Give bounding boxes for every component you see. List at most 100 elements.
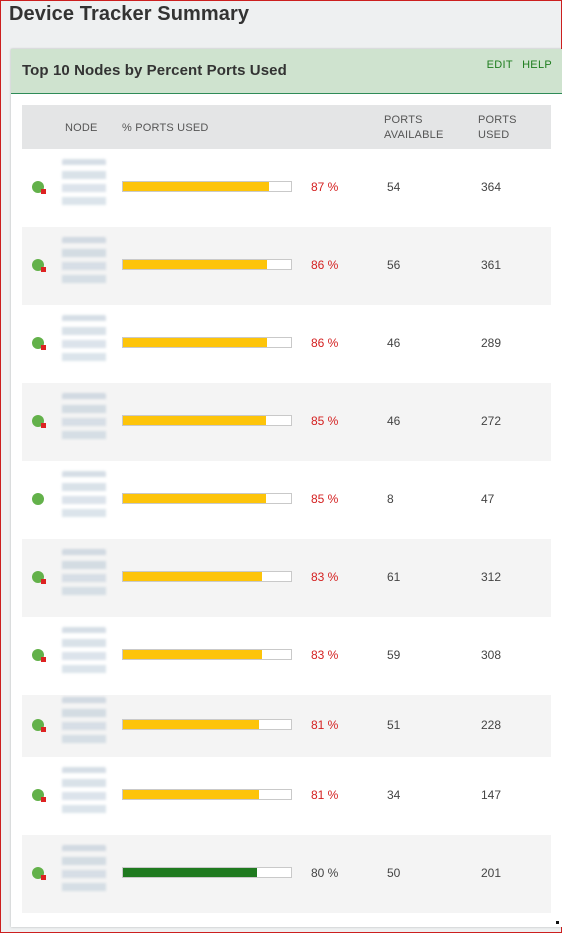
alert-flag-icon <box>41 797 46 802</box>
percent-value: 85 % <box>311 492 339 506</box>
ports-available-value: 46 <box>387 414 401 428</box>
node-name-redacted[interactable] <box>62 471 106 527</box>
status-warning-icon <box>32 571 46 584</box>
status-warning-icon <box>32 415 46 428</box>
table-row[interactable]: 83 % 59 308 <box>22 617 551 695</box>
help-link[interactable]: HELP <box>522 59 552 71</box>
ports-used-value: 47 <box>481 492 495 506</box>
percent-value: 81 % <box>311 788 339 802</box>
alert-flag-icon <box>41 345 46 350</box>
percent-value: 81 % <box>311 718 339 732</box>
table-row[interactable]: 85 % 8 47 <box>22 461 551 539</box>
corner-mark <box>556 921 559 924</box>
ports-used-value: 147 <box>481 788 502 802</box>
ports-used-value: 201 <box>481 866 502 880</box>
status-warning-icon <box>32 719 46 732</box>
alert-flag-icon <box>41 423 46 428</box>
ports-used-value: 312 <box>481 570 502 584</box>
table-row[interactable]: 86 % 46 289 <box>22 305 551 383</box>
ports-available-value: 61 <box>387 570 401 584</box>
ports-available-value: 54 <box>387 180 401 194</box>
ports-used-value: 308 <box>481 648 502 662</box>
ports-used-value: 228 <box>481 718 502 732</box>
node-name-redacted[interactable] <box>62 697 106 753</box>
table-row[interactable]: 81 % 51 228 <box>22 695 551 757</box>
percent-bar-fill <box>123 720 260 729</box>
percent-bar-fill <box>123 260 268 269</box>
edit-link[interactable]: EDIT <box>487 59 513 71</box>
node-name-redacted[interactable] <box>62 159 106 215</box>
status-warning-icon <box>32 259 46 272</box>
alert-flag-icon <box>41 579 46 584</box>
header-percent-ports-used[interactable]: % PORTS USED <box>122 121 209 136</box>
percent-bar-fill <box>123 416 266 425</box>
node-name-redacted[interactable] <box>62 767 106 823</box>
ports-available-value: 34 <box>387 788 401 802</box>
percent-bar-fill <box>123 650 263 659</box>
status-warning-icon <box>32 181 46 194</box>
alert-flag-icon <box>41 267 46 272</box>
node-name-redacted[interactable] <box>62 549 106 605</box>
page-title: Device Tracker Summary <box>9 3 250 25</box>
percent-bar-fill <box>123 868 258 877</box>
percent-bar-fill <box>123 182 270 191</box>
table-row[interactable]: 85 % 46 272 <box>22 383 551 461</box>
node-name-redacted[interactable] <box>62 315 106 371</box>
status-warning-icon <box>32 789 46 802</box>
status-up-icon <box>32 493 44 505</box>
panel-actions: EDIT HELP <box>481 59 552 71</box>
ports-used-value: 364 <box>481 180 502 194</box>
ports-used-value: 272 <box>481 414 502 428</box>
top-nodes-panel: Top 10 Nodes by Percent Ports Used EDIT … <box>11 49 562 927</box>
alert-flag-icon <box>41 657 46 662</box>
table-row[interactable]: 80 % 50 201 <box>22 835 551 913</box>
table-row[interactable]: 87 % 54 364 <box>22 149 551 227</box>
percent-bar <box>122 259 292 270</box>
status-warning-icon <box>32 649 46 662</box>
percent-bar <box>122 571 292 582</box>
percent-bar-fill <box>123 790 260 799</box>
percent-value: 86 % <box>311 336 339 350</box>
percent-value: 87 % <box>311 180 339 194</box>
percent-bar <box>122 789 292 800</box>
panel-header: Top 10 Nodes by Percent Ports Used EDIT … <box>11 49 562 94</box>
nodes-table: NODE % PORTS USED PORTS AVAILABLE PORTS … <box>22 105 551 913</box>
percent-bar-fill <box>123 338 268 347</box>
node-name-redacted[interactable] <box>62 627 106 683</box>
percent-bar-fill <box>123 494 266 503</box>
ports-available-value: 46 <box>387 336 401 350</box>
header-ports-available[interactable]: PORTS AVAILABLE <box>384 113 443 143</box>
percent-bar <box>122 415 292 426</box>
node-name-redacted[interactable] <box>62 393 106 449</box>
percent-value: 85 % <box>311 414 339 428</box>
ports-available-value: 51 <box>387 718 401 732</box>
header-node[interactable]: NODE <box>65 121 98 136</box>
percent-bar <box>122 867 292 878</box>
table-row[interactable]: 86 % 56 361 <box>22 227 551 305</box>
status-warning-icon <box>32 337 46 350</box>
ports-available-value: 59 <box>387 648 401 662</box>
ports-available-value: 56 <box>387 258 401 272</box>
ports-used-value: 289 <box>481 336 502 350</box>
header-ports-used[interactable]: PORTS USED <box>478 113 517 143</box>
percent-bar <box>122 181 292 192</box>
percent-bar <box>122 337 292 348</box>
percent-value: 83 % <box>311 570 339 584</box>
node-name-redacted[interactable] <box>62 845 106 901</box>
percent-value: 86 % <box>311 258 339 272</box>
ports-available-value: 8 <box>387 492 394 506</box>
alert-flag-icon <box>41 727 46 732</box>
ports-used-value: 361 <box>481 258 502 272</box>
node-name-redacted[interactable] <box>62 237 106 293</box>
panel-title: Top 10 Nodes by Percent Ports Used <box>22 62 287 79</box>
table-body: 87 % 54 364 86 % 56 361 86 % 46 289 85 % 46 272 85 %… <box>22 149 551 913</box>
percent-bar-fill <box>123 572 263 581</box>
percent-value: 80 % <box>311 866 339 880</box>
status-warning-icon <box>32 867 46 880</box>
table-row[interactable]: 83 % 61 312 <box>22 539 551 617</box>
percent-bar <box>122 719 292 730</box>
percent-bar <box>122 649 292 660</box>
percent-bar <box>122 493 292 504</box>
percent-value: 83 % <box>311 648 339 662</box>
table-row[interactable]: 81 % 34 147 <box>22 757 551 835</box>
